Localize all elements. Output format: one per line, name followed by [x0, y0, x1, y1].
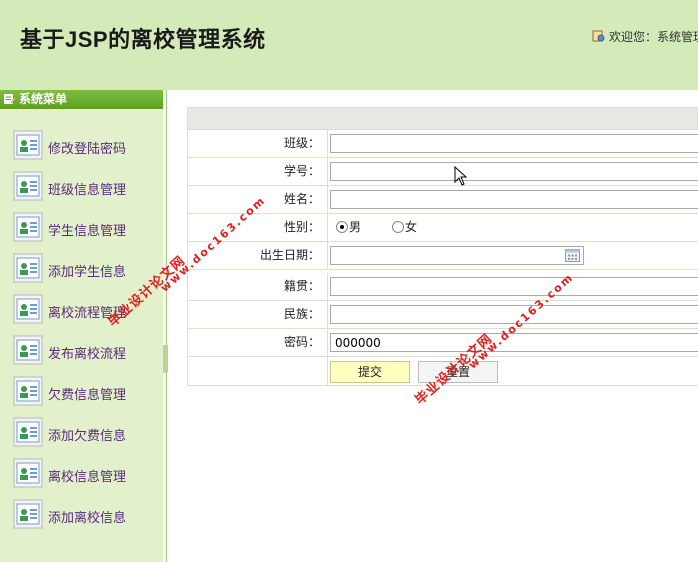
- actions-label-cell: [188, 357, 328, 385]
- sidebar-item-add-leave[interactable]: 添加离校信息: [0, 499, 163, 533]
- gender-female-radio[interactable]: [392, 221, 404, 233]
- sidebar-item-add-arrears[interactable]: 添加欠费信息: [0, 417, 163, 451]
- form-header-bar: [187, 107, 698, 130]
- sidebar-collapse-handle[interactable]: [163, 345, 168, 373]
- welcome-text: 欢迎您：系统管理员: [592, 28, 698, 45]
- name-input[interactable]: [330, 190, 698, 209]
- class-input[interactable]: [330, 134, 698, 153]
- student-card-icon: [13, 253, 43, 283]
- sidebar-header: 系统菜单: [0, 90, 163, 109]
- form-row-birth-date: 出生日期：: [187, 242, 698, 270]
- student-card-icon: [13, 335, 43, 365]
- user-icon: [592, 30, 605, 42]
- sidebar-item-label: 离校信息管理: [48, 470, 127, 485]
- student-no-label: 学号：: [188, 158, 328, 185]
- sidebar-item-label: 添加欠费信息: [48, 429, 127, 444]
- class-label: 班级：: [188, 130, 328, 157]
- sidebar-item-label: 修改登陆密码: [48, 142, 127, 157]
- calendar-icon[interactable]: [565, 248, 580, 263]
- student-card-icon: [13, 458, 43, 488]
- sidebar-header-label: 系统菜单: [19, 92, 68, 106]
- sidebar-item-label: 添加学生信息: [48, 265, 127, 280]
- submit-button[interactable]: 提交: [330, 361, 410, 383]
- sidebar-item-add-student[interactable]: 添加学生信息: [0, 253, 163, 287]
- student-card-icon: [13, 130, 43, 160]
- password-label: 密码：: [188, 329, 328, 356]
- sidebar-border: [166, 90, 167, 562]
- student-card-icon: [13, 417, 43, 447]
- gender-label: 性别：: [188, 214, 328, 241]
- mouse-cursor-icon: [454, 166, 468, 186]
- student-no-input[interactable]: [330, 162, 698, 181]
- gender-male-label: 男: [349, 220, 362, 234]
- form-row-student-no: 学号：: [187, 158, 698, 186]
- sidebar-item-label: 欠费信息管理: [48, 388, 127, 403]
- header-bar: 基于JSP的离校管理系统 欢迎您：系统管理员: [0, 0, 698, 90]
- student-card-icon: [13, 212, 43, 242]
- student-card-icon: [13, 171, 43, 201]
- sidebar-item-student-management[interactable]: 学生信息管理: [0, 212, 163, 246]
- sidebar: 系统菜单 修改登陆密码 班级信息管理 学生信息管理 添加学生信息 离校流程管理 …: [0, 90, 163, 562]
- welcome-label: 欢迎您：系统管理员: [609, 30, 698, 44]
- native-place-label: 籍贯：: [188, 273, 328, 300]
- form-row-class: 班级：: [187, 130, 698, 158]
- gender-female-label: 女: [405, 220, 418, 234]
- native-place-input[interactable]: [330, 277, 698, 296]
- sidebar-item-label: 添加离校信息: [48, 511, 127, 526]
- form-row-ethnic: 民族：: [187, 301, 698, 329]
- sidebar-item-leave-management[interactable]: 离校信息管理: [0, 458, 163, 492]
- sidebar-item-label: 学生信息管理: [48, 224, 127, 239]
- sidebar-item-arrears-management[interactable]: 欠费信息管理: [0, 376, 163, 410]
- form-row-native-place: 籍贯：: [187, 273, 698, 301]
- sidebar-item-publish-process[interactable]: 发布离校流程: [0, 335, 163, 369]
- edit-icon: [4, 94, 16, 104]
- gender-male-radio[interactable]: [336, 221, 348, 233]
- birth-date-input[interactable]: [330, 246, 584, 265]
- app-title: 基于JSP的离校管理系统: [20, 27, 266, 52]
- sidebar-item-label: 发布离校流程: [48, 347, 127, 362]
- ethnic-label: 民族：: [188, 301, 328, 328]
- form-row-gender: 性别： 男 女: [187, 214, 698, 242]
- sidebar-item-change-password[interactable]: 修改登陆密码: [0, 130, 163, 164]
- sidebar-item-label: 班级信息管理: [48, 183, 127, 198]
- form-row-password: 密码：: [187, 329, 698, 357]
- student-card-icon: [13, 499, 43, 529]
- student-card-icon: [13, 294, 43, 324]
- student-card-icon: [13, 376, 43, 406]
- sidebar-item-class-management[interactable]: 班级信息管理: [0, 171, 163, 205]
